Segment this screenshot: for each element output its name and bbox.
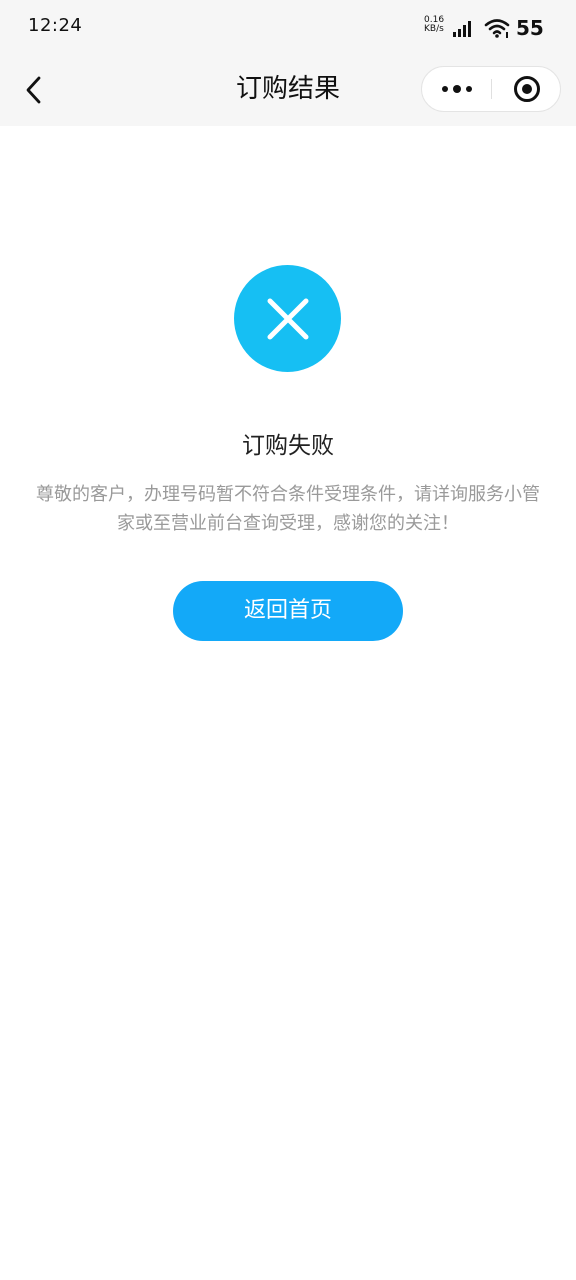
more-button[interactable] <box>422 67 491 111</box>
back-button[interactable] <box>16 72 52 108</box>
target-close-icon <box>513 76 540 102</box>
chevron-left-icon <box>26 76 41 104</box>
net-speed: 0.16 KB/s <box>424 16 446 34</box>
more-dots-icon <box>441 85 472 93</box>
capsule-menu <box>421 66 561 112</box>
net-speed-unit: KB/s <box>424 24 444 34</box>
result-title: 订购失败 <box>242 433 334 459</box>
fail-status-icon <box>234 265 341 372</box>
signal-icon <box>453 21 471 37</box>
close-miniprogram-button[interactable] <box>492 67 561 111</box>
wifi-icon <box>484 19 510 38</box>
nav-bar: 订购结果 <box>0 54 576 126</box>
status-time: 12:24 <box>28 15 83 36</box>
battery-level: 55 <box>516 16 544 40</box>
status-bar: 12:24 0.16 KB/s 55 <box>0 0 576 54</box>
result-description: 尊敬的客户，办理号码暂不符合条件受理条件，请详询服务小管家或至营业前台查询受理，… <box>36 484 540 534</box>
close-x-icon <box>267 298 308 339</box>
return-home-button[interactable]: 返回首页 <box>173 581 403 641</box>
